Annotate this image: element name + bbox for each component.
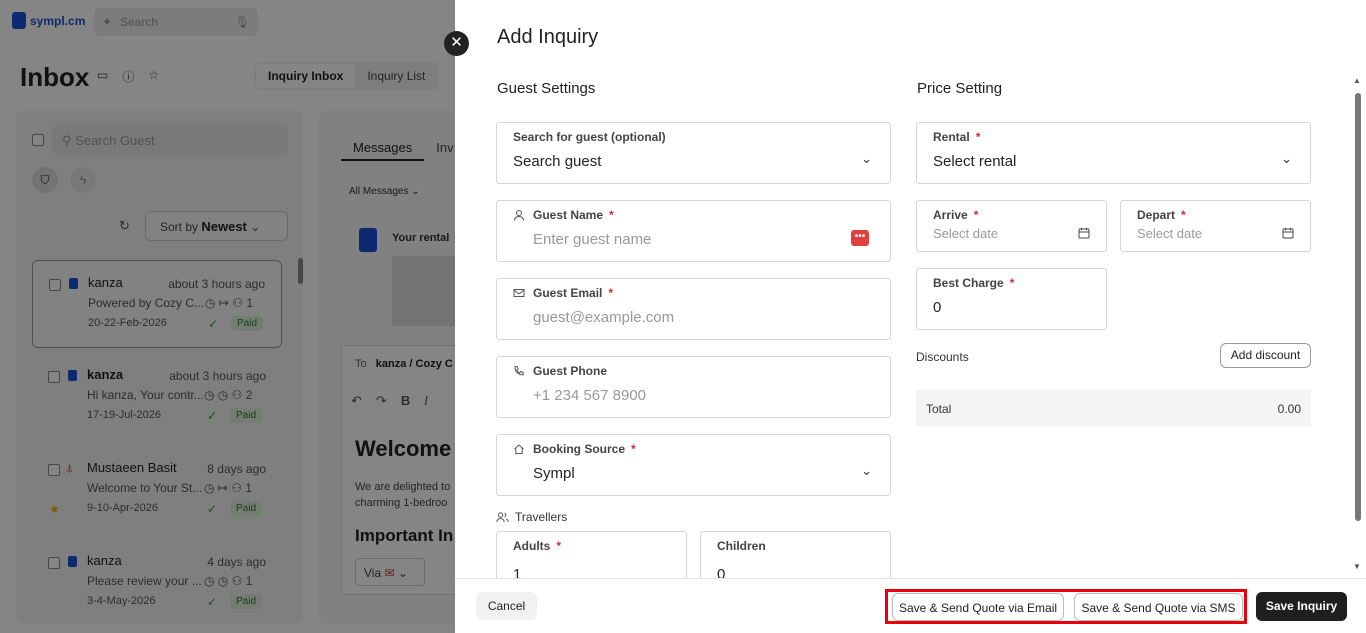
depart-label-text: Depart bbox=[1137, 208, 1176, 222]
children-label: Children bbox=[717, 539, 766, 553]
best-charge-value: 0 bbox=[933, 299, 942, 316]
guest-email-field[interactable]: Guest Email * guest@example.com bbox=[496, 278, 891, 340]
total-label: Total bbox=[926, 402, 952, 416]
guest-name-label-text: Guest Name bbox=[533, 208, 604, 222]
users-icon bbox=[496, 512, 509, 523]
booking-source-select[interactable]: Booking Source * Sympl ⌄ bbox=[496, 434, 891, 496]
arrive-date-picker[interactable]: Arrive * Select date bbox=[916, 200, 1107, 252]
guest-name-field[interactable]: Guest Name * Enter guest name ••• bbox=[496, 200, 891, 262]
guest-phone-field[interactable]: Guest Phone +1 234 567 8900 bbox=[496, 356, 891, 418]
calendar-icon bbox=[1282, 227, 1294, 239]
guest-email-label-text: Guest Email bbox=[533, 286, 603, 300]
search-guest-select[interactable]: Search for guest (optional) Search guest… bbox=[496, 122, 891, 184]
required-mark: * bbox=[608, 286, 614, 300]
guest-email-label: Guest Email * bbox=[533, 286, 613, 300]
required-mark: * bbox=[975, 130, 981, 144]
guest-phone-placeholder: +1 234 567 8900 bbox=[533, 387, 647, 404]
calendar-icon bbox=[1078, 227, 1090, 239]
user-icon bbox=[514, 210, 524, 221]
add-inquiry-drawer: Add Inquiry Guest Settings Price Setting… bbox=[455, 0, 1366, 633]
travellers-heading: Travellers bbox=[496, 510, 567, 524]
depart-date-picker[interactable]: Depart * Select date bbox=[1120, 200, 1311, 252]
required-mark: * bbox=[1181, 208, 1186, 222]
guest-phone-label: Guest Phone bbox=[533, 364, 608, 378]
depart-placeholder: Select date bbox=[1137, 226, 1203, 241]
drawer-title: Add Inquiry bbox=[497, 26, 599, 48]
arrive-label: Arrive * bbox=[933, 208, 978, 222]
close-icon[interactable]: ✕ bbox=[444, 31, 469, 56]
required-mark: * bbox=[973, 208, 979, 222]
best-charge-label-text: Best Charge bbox=[933, 276, 1004, 290]
guest-settings-title: Guest Settings bbox=[497, 80, 596, 97]
booking-source-value: Sympl bbox=[533, 465, 575, 482]
required-mark: * bbox=[556, 539, 562, 553]
booking-source-label-text: Booking Source bbox=[533, 442, 626, 456]
guest-name-placeholder: Enter guest name bbox=[533, 231, 652, 248]
send-quote-email-button[interactable]: Save & Send Quote via Email bbox=[892, 593, 1064, 621]
rental-select[interactable]: Rental * Select rental ⌄ bbox=[916, 122, 1311, 184]
search-guest-value: Search guest bbox=[513, 153, 602, 170]
arrive-placeholder: Select date bbox=[933, 226, 999, 241]
search-guest-label: Search for guest (optional) bbox=[513, 130, 666, 144]
send-quote-sms-button[interactable]: Save & Send Quote via SMS bbox=[1074, 593, 1243, 621]
booking-source-label: Booking Source * bbox=[533, 442, 636, 456]
total-value: 0.00 bbox=[1277, 402, 1301, 416]
total-row: Total 0.00 bbox=[916, 390, 1311, 426]
adults-label-text: Adults bbox=[513, 539, 551, 553]
travellers-label: Travellers bbox=[515, 510, 568, 524]
scroll-up-icon[interactable]: ▲ bbox=[1353, 76, 1361, 85]
required-mark: * bbox=[1009, 276, 1015, 290]
price-setting-title: Price Setting bbox=[917, 80, 1003, 97]
scroll-down-icon[interactable]: ▼ bbox=[1353, 562, 1361, 571]
add-discount-button[interactable]: Add discount bbox=[1220, 343, 1311, 368]
required-mark: * bbox=[631, 442, 636, 456]
chevron-down-icon: ⌄ bbox=[861, 151, 872, 166]
drawer-scrollbar[interactable]: ▲ ▼ bbox=[1353, 76, 1361, 576]
rental-value: Select rental bbox=[933, 153, 1017, 170]
discounts-label: Discounts bbox=[916, 350, 969, 364]
arrive-label-text: Arrive bbox=[933, 208, 968, 222]
rental-label: Rental * bbox=[933, 130, 980, 144]
phone-icon bbox=[514, 366, 524, 376]
depart-label: Depart * bbox=[1137, 208, 1186, 222]
cancel-button[interactable]: Cancel bbox=[476, 592, 537, 620]
password-manager-icon[interactable]: ••• bbox=[851, 230, 869, 246]
adults-label: Adults * bbox=[513, 539, 561, 553]
home-icon bbox=[514, 444, 524, 454]
chevron-down-icon: ⌄ bbox=[1281, 151, 1292, 166]
scrollbar-thumb[interactable] bbox=[1355, 93, 1361, 521]
guest-name-label: Guest Name * bbox=[533, 208, 614, 222]
chevron-down-icon: ⌄ bbox=[861, 463, 872, 478]
drawer-footer: Cancel Save & Send Quote via Email Save … bbox=[455, 578, 1366, 633]
rental-label-text: Rental bbox=[933, 130, 970, 144]
mail-icon bbox=[513, 289, 525, 297]
best-charge-field[interactable]: Best Charge * 0 bbox=[916, 268, 1107, 330]
modal-overlay[interactable] bbox=[0, 0, 455, 633]
best-charge-label: Best Charge * bbox=[933, 276, 1014, 290]
save-inquiry-button[interactable]: Save Inquiry bbox=[1256, 592, 1347, 621]
guest-email-placeholder: guest@example.com bbox=[533, 309, 675, 326]
required-mark: * bbox=[609, 208, 614, 222]
